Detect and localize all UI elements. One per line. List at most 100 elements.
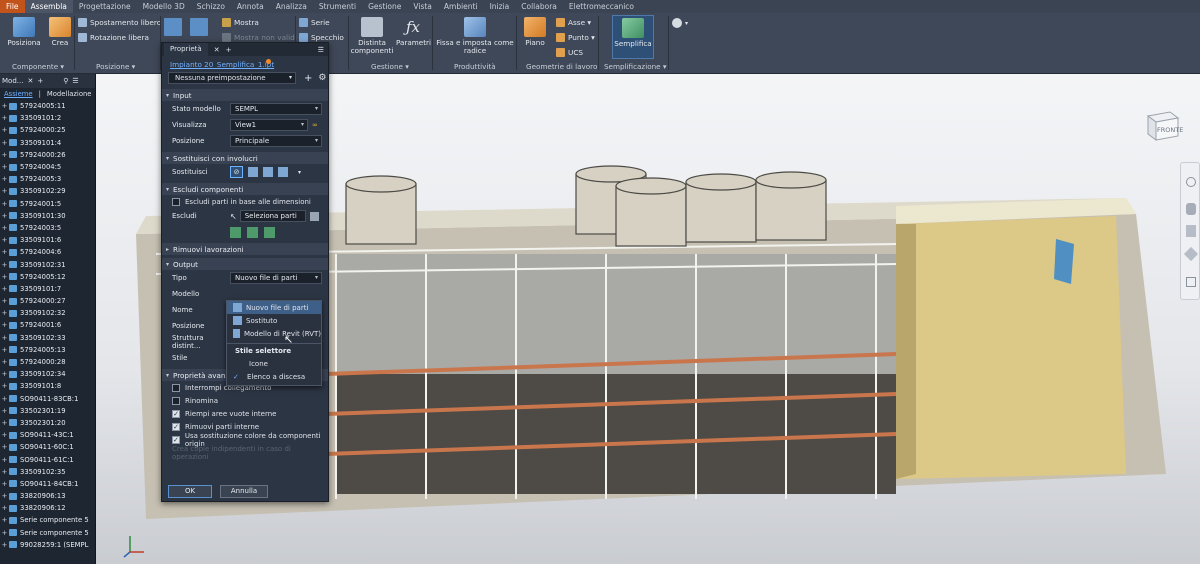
menu-item-vista[interactable]: Vista (407, 0, 438, 13)
view-cube[interactable]: FRONTE (1142, 108, 1183, 144)
spostamento-libero-button[interactable]: Spostamento libero (78, 18, 161, 27)
tree-node[interactable]: +33509101:6 (0, 234, 95, 246)
tree-node[interactable]: + SO90411-84CB:1 (0, 478, 95, 490)
tree-node[interactable]: + Serie componente 5 (0, 527, 95, 539)
mostra-button[interactable]: Mostra (222, 18, 259, 27)
rotazione-libera-button[interactable]: Rotazione libera (78, 33, 149, 42)
checkbox[interactable] (172, 396, 180, 405)
search-icon[interactable]: ⚲ (63, 77, 68, 85)
close-icon[interactable]: ✕ (214, 46, 220, 54)
link-icon[interactable]: ∞ (312, 121, 318, 129)
menu-item-gestione[interactable]: Gestione (362, 0, 407, 13)
expand-icon[interactable]: + (0, 407, 9, 415)
expand-icon[interactable]: + (0, 431, 9, 439)
annulla-button[interactable]: Annulla (220, 485, 268, 498)
checkbox[interactable]: ✓ (172, 435, 180, 444)
steering-wheel-icon[interactable] (1186, 177, 1196, 187)
popup-option[interactable]: Nuovo file di parti (227, 301, 321, 314)
tree-node[interactable]: +57924001:6 (0, 319, 95, 331)
orbit-icon[interactable] (1183, 246, 1199, 262)
expand-icon[interactable]: + (0, 443, 9, 451)
preset-select[interactable]: Nessuna preimpostazione ▾ (168, 72, 296, 84)
stato-modello-select[interactable]: SEMPL ▾ (230, 103, 322, 115)
checkbox[interactable]: ✓ (172, 409, 180, 418)
menu-item-annota[interactable]: Annota (231, 0, 270, 13)
ucs-button[interactable]: UCS (556, 48, 583, 57)
cursor-select-icon[interactable]: ↖ (230, 212, 237, 221)
expand-icon[interactable]: + (0, 285, 9, 293)
tree-node[interactable]: +33509101:8 (0, 380, 95, 392)
constraint-button[interactable] (164, 18, 182, 36)
expand-icon[interactable]: + (0, 224, 9, 232)
tree-node[interactable]: +33509102:33 (0, 332, 95, 344)
tree-node[interactable]: +57924005:3 (0, 173, 95, 185)
tree-node[interactable]: +33509101:30 (0, 210, 95, 222)
expand-icon[interactable]: + (0, 163, 9, 171)
expand-icon[interactable]: + (0, 114, 9, 122)
section-input[interactable]: ▾ Input (162, 89, 328, 101)
tree-node[interactable]: +33509101:7 (0, 283, 95, 295)
tree-node[interactable]: +33502301:19 (0, 405, 95, 417)
specchio-button[interactable]: Specchio (299, 33, 344, 42)
tree-node[interactable]: + SO90411-60C:1 (0, 441, 95, 453)
menu-icon[interactable]: ☰ (72, 77, 78, 85)
seleziona-parti-field[interactable]: Seleziona parti (239, 210, 306, 222)
envelope-icon[interactable] (278, 167, 288, 177)
expand-icon[interactable]: + (0, 187, 9, 195)
expand-icon[interactable]: + (0, 126, 9, 134)
menu-icon[interactable]: ☰ (318, 46, 324, 54)
popup-icone-option[interactable]: Icone (227, 357, 321, 370)
tree-node[interactable]: + Serie componente 5 (0, 514, 95, 526)
tree-node[interactable]: + SO90411-83CB:1 (0, 393, 95, 405)
expand-icon[interactable]: + (0, 346, 9, 354)
expand-icon[interactable]: + (0, 297, 9, 305)
tree-node[interactable]: +33502301:20 (0, 417, 95, 429)
close-icon[interactable]: ✕ (27, 77, 33, 85)
expand-icon[interactable]: + (0, 358, 9, 366)
ok-button[interactable]: OK (168, 485, 212, 498)
tree-node[interactable]: +33509102:35 (0, 466, 95, 478)
parametri-button[interactable]: ƒx Parametri (396, 17, 431, 47)
add-tab-icon[interactable]: + (226, 46, 232, 54)
expand-icon[interactable]: + (0, 480, 9, 488)
exclude-option-icon[interactable] (264, 226, 275, 238)
menu-item-analizza[interactable]: Analizza (270, 0, 313, 13)
expand-icon[interactable]: + (0, 261, 9, 269)
section-escludi[interactable]: ▾ Escludi componenti (162, 183, 328, 195)
pan-icon[interactable] (1186, 203, 1196, 215)
file-link[interactable]: Impianto 20_Semplifica_1.ipt (162, 56, 328, 70)
expand-icon[interactable]: + (0, 516, 9, 524)
tab-assieme[interactable]: Assieme (4, 90, 33, 98)
expand-icon[interactable]: + (0, 139, 9, 147)
expand-icon[interactable]: + (0, 102, 9, 110)
menu-item-modello-3d[interactable]: Modello 3D (137, 0, 191, 13)
checkbox[interactable] (172, 197, 180, 206)
expand-icon[interactable]: + (0, 334, 9, 342)
menu-item-progettazione[interactable]: Progettazione (73, 0, 137, 13)
expand-icon[interactable]: + (0, 212, 9, 220)
section-output[interactable]: ▾ Output (162, 258, 328, 270)
punto-button[interactable]: Punto ▾ (556, 33, 595, 42)
popup-elenco-option[interactable]: ✓ Elenco a discesa (227, 370, 321, 383)
add-preset-icon[interactable]: + (304, 73, 312, 84)
tree-node[interactable]: +57924005:11 (0, 100, 95, 112)
bounding-box-icon[interactable] (248, 167, 258, 177)
add-tab-icon[interactable]: + (37, 77, 43, 85)
tab-proprieta[interactable]: Proprietà (164, 43, 208, 56)
exclude-option-icon[interactable] (230, 226, 241, 238)
ribbon-options-button[interactable]: ▾ (672, 18, 688, 28)
advanced-option-checkbox[interactable]: Rinomina (162, 394, 328, 407)
tree-node[interactable]: +33509101:4 (0, 137, 95, 149)
tree-node[interactable]: +33509102:31 (0, 258, 95, 270)
expand-icon[interactable]: + (0, 395, 9, 403)
checkbox[interactable]: ✓ (172, 422, 180, 431)
tree-node[interactable]: +57924004:5 (0, 161, 95, 173)
tree-node[interactable]: +57924003:5 (0, 222, 95, 234)
menu-item-inizia[interactable]: Inizia (484, 0, 516, 13)
menu-item-collabora[interactable]: Collabora (515, 0, 563, 13)
cylinder-icon[interactable] (263, 167, 273, 177)
tree-node[interactable]: + SO90411-61C:1 (0, 453, 95, 465)
tipo-select[interactable]: Nuovo file di parti ▾ (230, 272, 322, 284)
tree-node[interactable]: +33509101:2 (0, 112, 95, 124)
tree-node[interactable]: +33820906:13 (0, 490, 95, 502)
